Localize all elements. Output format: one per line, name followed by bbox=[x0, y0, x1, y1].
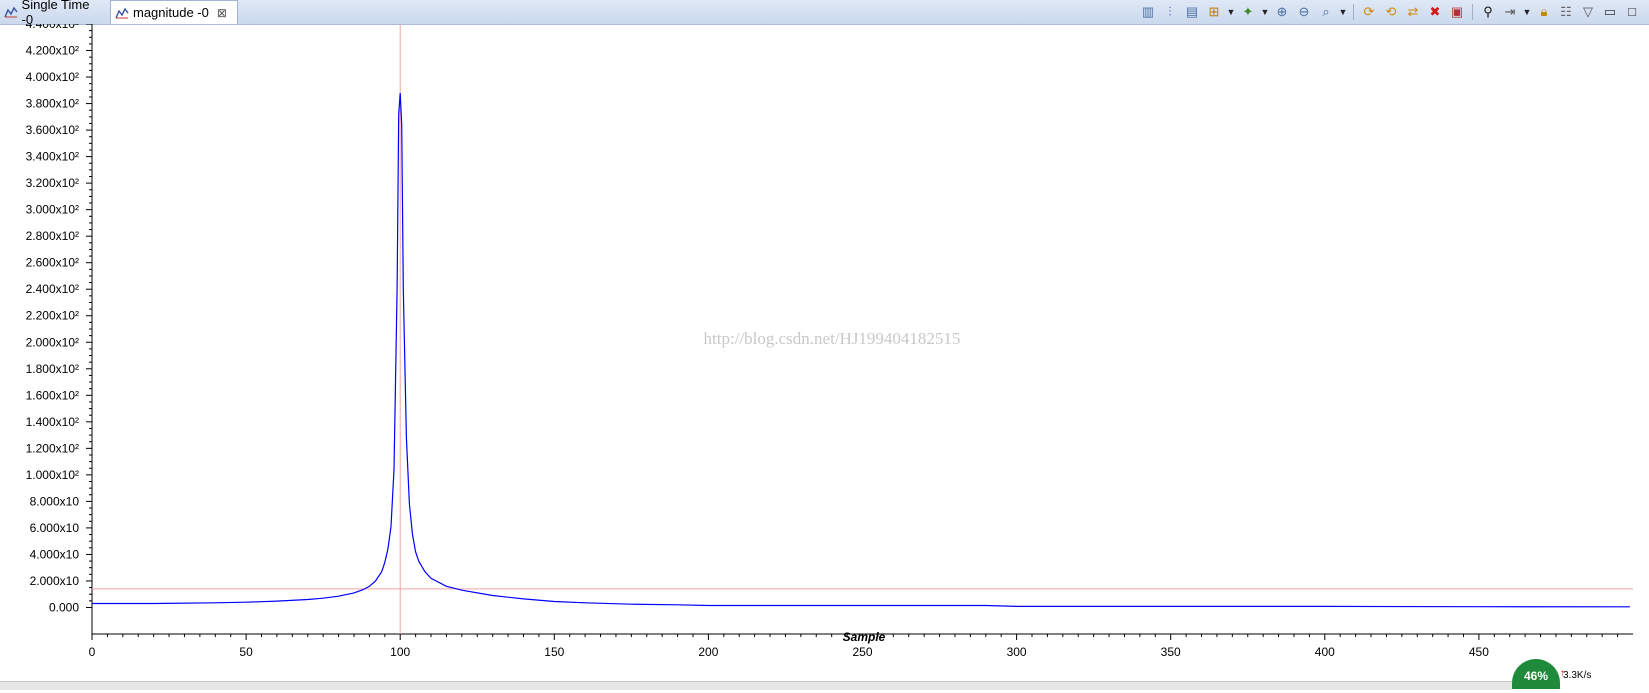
x-tick-label: 250 bbox=[852, 645, 872, 659]
y-tick-label: 4.000x10² bbox=[26, 70, 79, 84]
y-tick-label: 1.400x10² bbox=[26, 415, 79, 429]
dropdown-arrow-icon[interactable]: ▼ bbox=[1261, 3, 1270, 21]
watermark-text: http://blog.csdn.net/HJ199404182515 bbox=[704, 329, 961, 348]
tab-label: magnitude -0 bbox=[133, 5, 209, 20]
y-axis: 0.000 2.000x10 4.000x10 6.000x10 8.000x10 1.0… bbox=[26, 24, 93, 634]
chart-icon bbox=[4, 6, 18, 17]
x-tick-label: 50 bbox=[239, 645, 253, 659]
dropdown-arrow-icon[interactable]: ▼ bbox=[1227, 3, 1236, 21]
y-tick-label: 3.000x10² bbox=[26, 203, 79, 217]
y-tick-label: 8.000x10 bbox=[30, 494, 80, 508]
x-tick-label: 400 bbox=[1315, 645, 1335, 659]
y-tick-label: 2.000x10 bbox=[30, 574, 80, 588]
y-tick-label: 2.800x10² bbox=[26, 229, 79, 243]
dropdown-arrow-icon[interactable]: ▼ bbox=[1523, 3, 1532, 21]
view-menu-icon[interactable]: ▽ bbox=[1579, 3, 1597, 21]
sync-icon[interactable]: ⇄ bbox=[1404, 3, 1422, 21]
x-tick-label: 0 bbox=[89, 645, 96, 659]
y-tick-label: 0.000 bbox=[49, 600, 79, 614]
tab-label: Single Time -0 bbox=[21, 0, 90, 27]
y-tick-label: 1.800x10² bbox=[26, 362, 79, 376]
layout-icon[interactable]: ☷ bbox=[1557, 3, 1575, 21]
refresh-icon[interactable]: ⟳ bbox=[1360, 3, 1378, 21]
zoom-in-icon[interactable]: ⊕ bbox=[1273, 3, 1291, 21]
y-tick-label: 6.000x10 bbox=[30, 521, 80, 535]
network-speed: 3.3K/s bbox=[1563, 670, 1592, 681]
properties-icon[interactable]: ▣ bbox=[1448, 3, 1466, 21]
refresh-all-icon[interactable]: ⟲ bbox=[1382, 3, 1400, 21]
chart-toolbar: ▥ ⫶ ▤ ⊞ ▼ ✦ ▼ ⊕ ⊖ ⌕ ▼ ⟳ ⟲ ⇄ ✖ ▣ ⚲ ⇥ ▼ 🔒︎… bbox=[1137, 2, 1643, 22]
zoom-extents-icon[interactable]: ⊞ bbox=[1205, 3, 1223, 21]
binoculars-icon[interactable]: ⚲ bbox=[1479, 3, 1497, 21]
zoom-area-icon[interactable]: ⌕ bbox=[1317, 3, 1335, 21]
x-tick-label: 450 bbox=[1469, 645, 1489, 659]
y-tick-label: 1.000x10² bbox=[26, 468, 79, 482]
align-left-icon[interactable]: ▥ bbox=[1139, 3, 1157, 21]
y-tick-label: 3.400x10² bbox=[26, 150, 79, 164]
y-tick-label: 2.400x10² bbox=[26, 282, 79, 296]
x-axis-label: Sample bbox=[843, 630, 886, 644]
magnitude-plot[interactable]: 0.000 2.000x10 4.000x10 6.000x10 8.000x10 1.0… bbox=[0, 24, 1649, 689]
zoom-out-icon[interactable]: ⊖ bbox=[1295, 3, 1313, 21]
x-tick-label: 150 bbox=[544, 645, 564, 659]
x-tick-label: 200 bbox=[698, 645, 718, 659]
y-tick-label: 4.000x10 bbox=[30, 547, 80, 561]
close-icon[interactable]: ⊠ bbox=[217, 6, 227, 20]
chart-icon bbox=[115, 7, 129, 18]
y-tick-label: 4.400x10² bbox=[26, 24, 79, 31]
toolbar-separator bbox=[1472, 4, 1473, 20]
minimize-icon[interactable]: ▭ bbox=[1601, 3, 1619, 21]
y-tick-label: 3.200x10² bbox=[26, 176, 79, 190]
pin-icon[interactable]: ✦ bbox=[1239, 3, 1257, 21]
dropdown-arrow-icon[interactable]: ▼ bbox=[1339, 3, 1348, 21]
x-tick-label: 300 bbox=[1007, 645, 1027, 659]
tab-magnitude[interactable]: magnitude -0 ⊠ bbox=[110, 0, 238, 24]
y-tick-label: 3.600x10² bbox=[26, 123, 79, 137]
maximize-icon[interactable]: □ bbox=[1623, 3, 1641, 21]
y-tick-label: 1.200x10² bbox=[26, 441, 79, 455]
delete-icon[interactable]: ✖ bbox=[1426, 3, 1444, 21]
y-tick-label: 1.600x10² bbox=[26, 388, 79, 402]
editor-tab-bar: Single Time -0 magnitude -0 ⊠ ▥ ⫶ ▤ ⊞ ▼ … bbox=[0, 0, 1649, 27]
x-tick-label: 100 bbox=[390, 645, 410, 659]
x-tick-label: 350 bbox=[1161, 645, 1181, 659]
tab-single-time[interactable]: Single Time -0 bbox=[0, 0, 108, 27]
y-tick-label: 2.000x10² bbox=[26, 335, 79, 349]
y-tick-label: 2.200x10² bbox=[26, 309, 79, 323]
y-tick-label: 4.200x10² bbox=[26, 44, 79, 58]
align-right-icon[interactable]: ▤ bbox=[1183, 3, 1201, 21]
y-tick-label: 2.600x10² bbox=[26, 256, 79, 270]
toolbar-separator bbox=[1353, 4, 1354, 20]
y-tick-label: 3.800x10² bbox=[26, 97, 79, 111]
lock-icon[interactable]: 🔒︎ bbox=[1535, 3, 1553, 21]
align-center-icon[interactable]: ⫶ bbox=[1161, 3, 1179, 21]
cursor-icon[interactable]: ⇥ bbox=[1501, 3, 1519, 21]
magnitude-series-line bbox=[92, 92, 1630, 608]
